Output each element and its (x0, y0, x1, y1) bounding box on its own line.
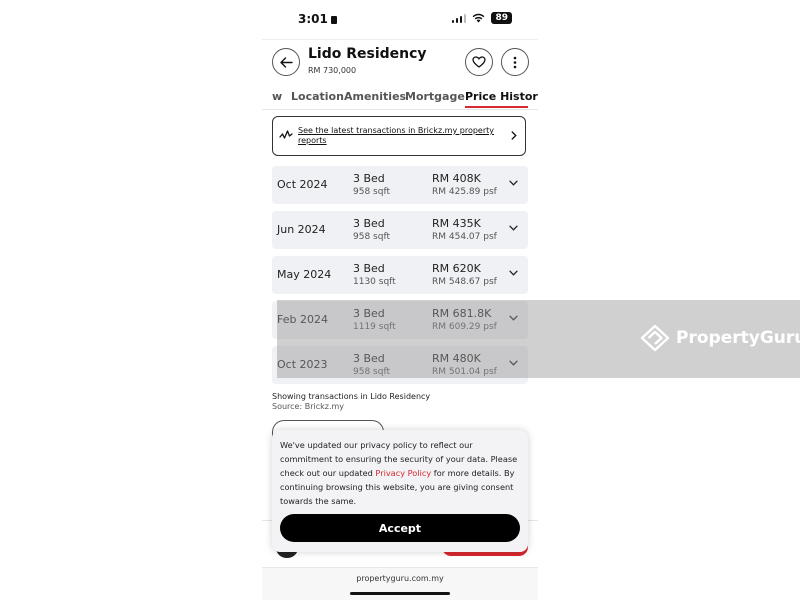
transaction-price: RM 435K (432, 217, 481, 230)
status-time: 3:01 (298, 12, 337, 26)
tabs-divider (262, 109, 538, 110)
activity-chart-icon (279, 130, 293, 139)
propertyguru-logo-icon (640, 324, 670, 352)
data-source: Source: Brickz.my (272, 402, 345, 411)
status-time-text: 3:01 (298, 12, 328, 26)
transaction-date: Jun 2024 (277, 223, 326, 236)
transaction-price: RM 620K (432, 262, 481, 275)
transaction-psf: RM 548.67 psf (432, 277, 497, 287)
tab-amenities[interactable]: Amenities (344, 90, 406, 103)
active-tab-indicator (465, 106, 528, 108)
wifi-icon (473, 13, 485, 23)
tab-price-history[interactable]: Price History (465, 90, 538, 103)
transaction-psf: RM 454.07 psf (432, 232, 497, 242)
privacy-policy-link[interactable]: Privacy Policy (375, 468, 431, 478)
banner-link-text[interactable]: See the latest transactions in Brickz.my… (298, 126, 498, 146)
chevron-right-icon (511, 131, 517, 140)
transaction-psf: RM 425.89 psf (432, 187, 497, 197)
transaction-bedrooms: 3 Bed (353, 262, 385, 275)
privacy-consent-popup: We've updated our privacy policy to refl… (272, 430, 528, 552)
listing-price: RM 730,000 (308, 66, 357, 75)
lock-icon (330, 16, 337, 24)
back-button[interactable] (272, 48, 300, 76)
tab-overview[interactable]: w (272, 90, 282, 103)
transaction-row[interactable]: May 2024 3 Bed 1130 sqft RM 620K RM 548.… (272, 256, 528, 294)
chevron-down-icon[interactable] (509, 270, 518, 276)
arrow-left-icon (279, 56, 293, 68)
transaction-date: Oct 2024 (277, 178, 328, 191)
brickz-report-banner[interactable]: See the latest transactions in Brickz.my… (272, 116, 526, 156)
transaction-sqft: 1130 sqft (353, 277, 396, 287)
heart-icon (472, 56, 486, 68)
page-title: Lido Residency (308, 46, 427, 62)
header-divider (262, 39, 538, 40)
transaction-sqft: 958 sqft (353, 232, 390, 242)
status-icons: 89 (451, 12, 512, 24)
home-indicator (350, 592, 450, 595)
url-text: propertyguru.com.my (356, 574, 444, 583)
tab-mortgage[interactable]: Mortgage (405, 90, 465, 103)
more-options-button[interactable] (501, 48, 529, 76)
more-vertical-icon (513, 56, 517, 68)
browser-url-bar[interactable] (262, 567, 538, 600)
accept-button[interactable]: Accept (280, 514, 520, 542)
transaction-date: May 2024 (277, 268, 332, 281)
transaction-bedrooms: 3 Bed (353, 217, 385, 230)
favorite-button[interactable] (465, 48, 493, 76)
transaction-row[interactable]: Oct 2024 3 Bed 958 sqft RM 408K RM 425.8… (272, 166, 528, 204)
watermark-logo: PropertyGuru (640, 324, 800, 352)
transaction-price: RM 408K (432, 172, 481, 185)
consent-message: We've updated our privacy policy to refl… (280, 438, 520, 508)
tab-location[interactable]: Location (291, 90, 344, 103)
transaction-bedrooms: 3 Bed (353, 172, 385, 185)
watermark-text: PropertyGuru (676, 328, 800, 348)
chevron-down-icon[interactable] (509, 225, 518, 231)
showing-transactions-note: Showing transactions in Lido Residency (272, 392, 431, 401)
transaction-sqft: 958 sqft (353, 187, 390, 197)
signal-icon (451, 13, 467, 23)
transaction-row[interactable]: Jun 2024 3 Bed 958 sqft RM 435K RM 454.0… (272, 211, 528, 249)
chevron-down-icon[interactable] (509, 180, 518, 186)
battery-indicator: 89 (491, 12, 512, 24)
